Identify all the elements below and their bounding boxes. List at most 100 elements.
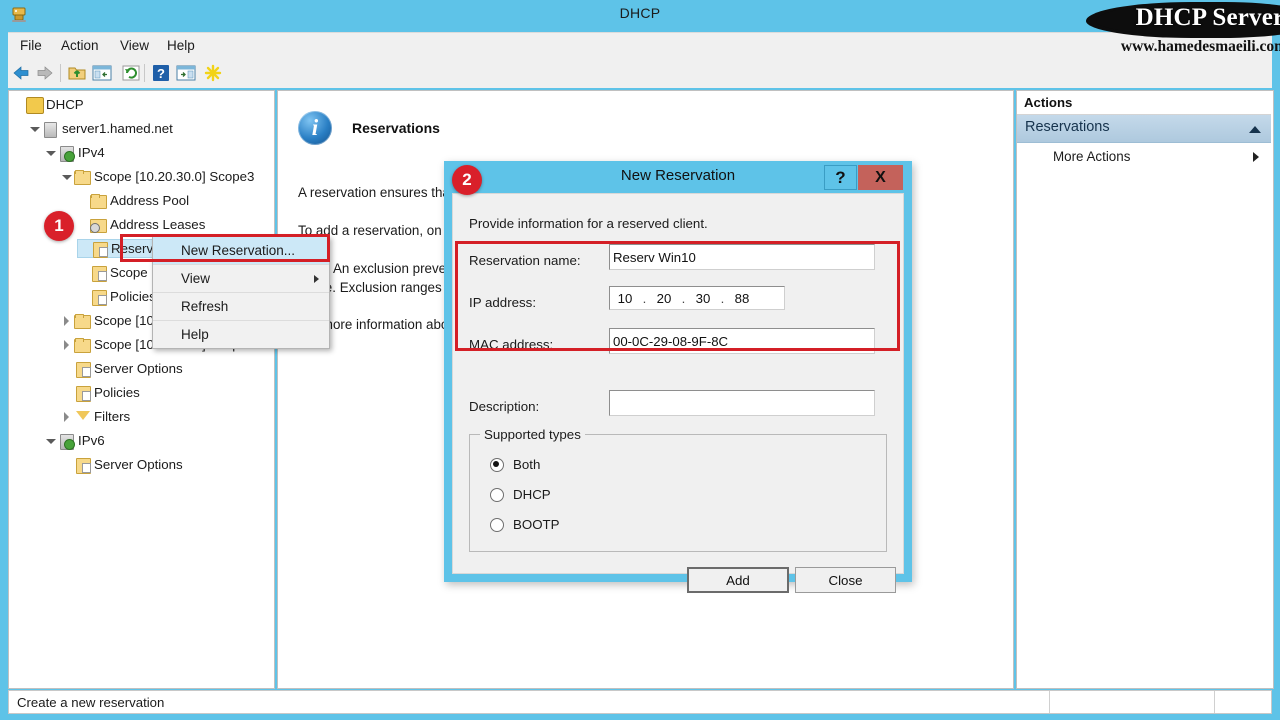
submenu-arrow-icon bbox=[314, 275, 319, 283]
tree-item-label: IPv6 bbox=[78, 433, 105, 448]
server-icon bbox=[41, 121, 58, 138]
actions-pane: Actions Reservations More Actions bbox=[1016, 90, 1274, 689]
context-menu-item-new-reservation[interactable]: New Reservation... bbox=[153, 237, 329, 265]
ip-octet-1[interactable]: 10 bbox=[610, 291, 640, 306]
menu-file[interactable]: File bbox=[14, 37, 48, 54]
mac-address-input[interactable] bbox=[609, 328, 875, 354]
menu-action[interactable]: Action bbox=[55, 37, 105, 54]
toolbar: ? bbox=[8, 58, 1272, 88]
tree-item-label: Server Options bbox=[94, 361, 183, 376]
tree-item-filters[interactable]: Filters bbox=[61, 407, 130, 426]
server-options-icon bbox=[73, 457, 91, 474]
menu-view[interactable]: View bbox=[114, 37, 155, 54]
reservation-name-input[interactable] bbox=[609, 244, 875, 270]
show-hide-action-pane-icon[interactable] bbox=[175, 62, 197, 84]
scope-options-icon-glyph bbox=[92, 266, 107, 282]
tree-item-ipv4[interactable]: IPv4 bbox=[45, 143, 105, 162]
radio-dhcp-indicator[interactable] bbox=[490, 487, 504, 502]
expander-closed-icon[interactable] bbox=[61, 315, 73, 327]
status-cell-1 bbox=[1049, 691, 1215, 713]
tree-item-dhcp[interactable]: DHCP bbox=[13, 95, 84, 114]
policies-icon bbox=[89, 289, 107, 306]
dialog-close-button[interactable]: X bbox=[858, 165, 903, 190]
folder-icon bbox=[73, 169, 91, 185]
reservation-name-label: Reservation name: bbox=[469, 253, 581, 268]
tree-item-label: IPv4 bbox=[78, 145, 105, 160]
step-badge-2: 2 bbox=[452, 165, 482, 195]
tree-item-label: Address Leases bbox=[110, 217, 206, 232]
action-more-actions[interactable]: More Actions bbox=[1017, 145, 1271, 169]
expander-open-icon[interactable] bbox=[45, 147, 57, 159]
close-button[interactable]: Close bbox=[795, 567, 896, 593]
radio-option-dhcp[interactable]: DHCP bbox=[490, 487, 551, 502]
supported-types-group: Supported types Both DHCP BOOTP bbox=[469, 427, 887, 552]
back-arrow-icon[interactable] bbox=[10, 62, 32, 84]
tree-item-ipv6[interactable]: IPv6 bbox=[45, 431, 105, 450]
chevron-up-icon[interactable] bbox=[1249, 126, 1261, 133]
show-hide-console-tree-icon[interactable] bbox=[91, 62, 113, 84]
ip-octet-2[interactable]: 20 bbox=[649, 291, 679, 306]
status-bar-text: Create a new reservation bbox=[17, 695, 165, 710]
tree-item-server-options[interactable]: Server Options bbox=[61, 359, 183, 378]
tree-item-policies[interactable]: Policies bbox=[77, 287, 156, 306]
tree-item-server-options[interactable]: Server Options bbox=[61, 455, 183, 474]
server-options-icon-glyph bbox=[76, 458, 91, 474]
new-reservation-dialog: New Reservation ? X Provide information … bbox=[444, 161, 912, 593]
address-leases-icon-glyph bbox=[90, 219, 107, 233]
ip-address-input[interactable]: 10 . 20 . 30 . 88 bbox=[609, 286, 785, 310]
menu-help[interactable]: Help bbox=[161, 37, 201, 54]
scope-options-icon bbox=[89, 265, 107, 282]
tree-item-address-leases[interactable]: Address Leases bbox=[77, 215, 205, 234]
folder-icon-glyph bbox=[74, 314, 91, 329]
tree-item-policies[interactable]: Policies bbox=[61, 383, 140, 402]
window-titlebar: DHCP bbox=[0, 0, 1280, 30]
refresh-icon[interactable] bbox=[120, 62, 142, 84]
dhcp-root-icon bbox=[25, 97, 44, 114]
actions-section-reservations[interactable]: Reservations bbox=[1017, 115, 1271, 143]
new-item-icon[interactable] bbox=[202, 62, 224, 84]
radio-option-both[interactable]: Both bbox=[490, 457, 540, 472]
up-folder-icon[interactable] bbox=[66, 62, 88, 84]
tree-item-address-pool[interactable]: Address Pool bbox=[77, 191, 189, 210]
reservations-icon bbox=[90, 241, 108, 258]
expander-closed-icon[interactable] bbox=[61, 411, 73, 423]
radio-both-label: Both bbox=[513, 457, 541, 472]
context-menu-item-refresh[interactable]: Refresh bbox=[153, 293, 329, 321]
console-tree-pane: DHCP server1.hamed.net IPv4 Scope [10.20.30… bbox=[8, 90, 275, 689]
ip-octet-4[interactable]: 88 bbox=[727, 291, 757, 306]
context-menu-item-view[interactable]: View bbox=[153, 265, 329, 293]
ip-dot-2: . bbox=[681, 290, 686, 306]
radio-both-indicator[interactable] bbox=[490, 457, 504, 472]
add-button[interactable]: Add bbox=[687, 567, 789, 593]
folder-icon bbox=[73, 313, 91, 329]
expander-open-icon[interactable] bbox=[45, 435, 57, 447]
description-input[interactable] bbox=[609, 390, 875, 416]
expander-open-icon[interactable] bbox=[61, 171, 73, 183]
tree-item-scope-10-20-30-0-scope3[interactable]: Scope [10.20.30.0] Scope3 bbox=[61, 167, 254, 186]
expander-open-icon[interactable] bbox=[29, 123, 41, 135]
radio-bootp-indicator[interactable] bbox=[490, 517, 504, 532]
tree-item-server1-hamed-net[interactable]: server1.hamed.net bbox=[29, 119, 173, 138]
context-menu-item-label: Help bbox=[181, 327, 209, 342]
radio-option-bootp[interactable]: BOOTP bbox=[490, 517, 560, 532]
dialog-help-button[interactable]: ? bbox=[824, 165, 857, 190]
forward-arrow-icon[interactable] bbox=[34, 62, 56, 84]
ip-dot-3: . bbox=[720, 290, 725, 306]
policies-icon-glyph bbox=[92, 290, 107, 306]
chevron-right-icon bbox=[1253, 152, 1259, 162]
supported-types-label: Supported types bbox=[480, 427, 585, 442]
dialog-titlebar: New Reservation ? X bbox=[444, 161, 912, 193]
mac-address-label: MAC address: bbox=[469, 337, 554, 352]
context-menu-item-help[interactable]: Help bbox=[153, 321, 329, 348]
dhcp-console-window: DHCP File Action View Help ? DHCP server… bbox=[0, 0, 1280, 720]
ipv6-icon bbox=[57, 433, 75, 450]
help-icon[interactable]: ? bbox=[150, 62, 172, 84]
actions-header: Actions bbox=[1017, 91, 1271, 115]
expander-closed-icon[interactable] bbox=[61, 339, 73, 351]
ip-octet-3[interactable]: 30 bbox=[688, 291, 718, 306]
